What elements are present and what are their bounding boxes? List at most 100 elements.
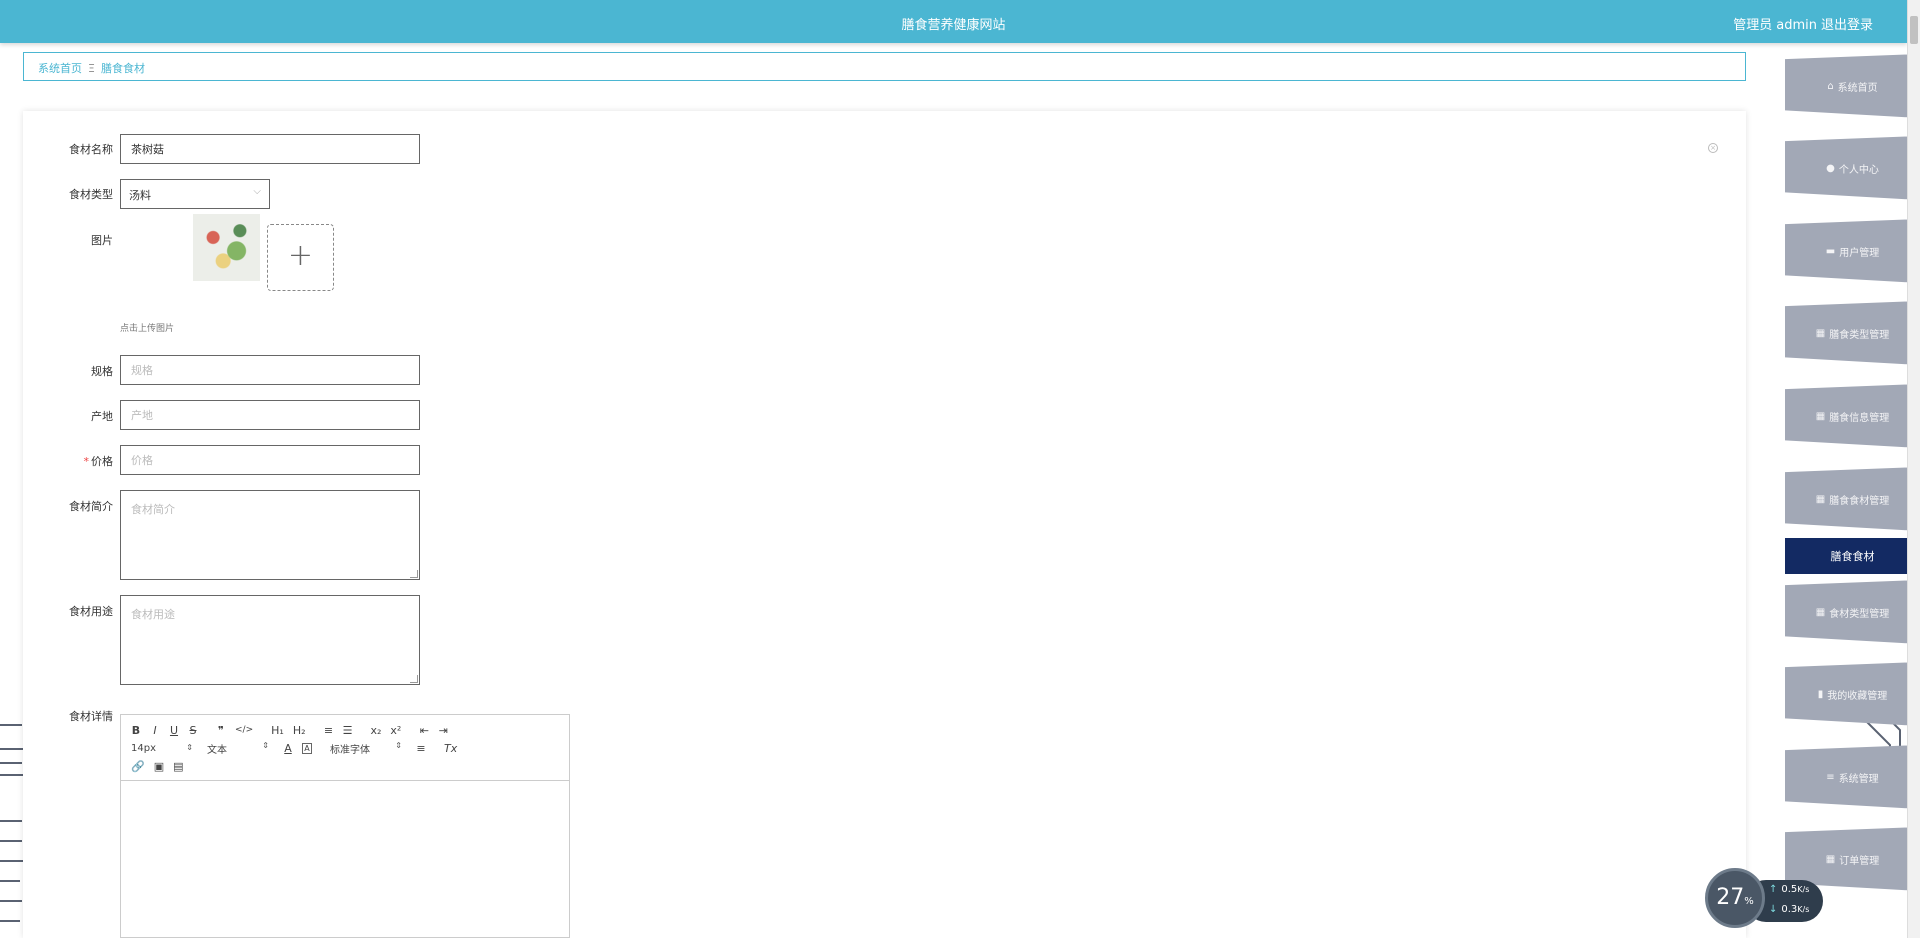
video-icon[interactable]: ▤ xyxy=(173,760,183,773)
upload-hint: 点击上传图片 xyxy=(120,324,175,334)
plus-icon: + xyxy=(287,238,314,273)
type-select[interactable]: 汤料 ⌵ xyxy=(120,179,270,209)
image-label: 图片 xyxy=(91,234,113,247)
font-color-button[interactable]: A xyxy=(283,742,293,755)
cpu-usage-unit: % xyxy=(1744,896,1754,907)
bullet-list-button[interactable]: ☰ xyxy=(343,724,353,737)
type-select-value: 汤料 xyxy=(129,189,151,202)
close-icon[interactable]: × xyxy=(1708,143,1718,153)
sidebar-item-system[interactable]: ≡ 系统管理 xyxy=(1785,745,1920,809)
resize-grip-icon[interactable] xyxy=(410,675,418,683)
code-block-button[interactable]: </> xyxy=(235,725,253,735)
superscript-button[interactable]: x² xyxy=(390,724,401,737)
blockquote-button[interactable]: ❞ xyxy=(216,724,226,737)
clear-format-button[interactable]: Tx xyxy=(444,742,457,755)
logout-link[interactable]: 退出登录 xyxy=(1821,18,1873,33)
breadcrumb-separator: Ξ xyxy=(88,62,95,75)
sidebar-item-label: 用户管理 xyxy=(1839,247,1880,259)
upload-plus-button[interactable]: + xyxy=(267,224,334,291)
editor-content-area[interactable] xyxy=(121,781,569,937)
scrollbar-thumb[interactable] xyxy=(1910,16,1918,44)
indent-button[interactable]: ⇥ xyxy=(438,724,448,737)
sidebar-item-meal-types[interactable]: ▦ 膳食类型管理 xyxy=(1785,301,1920,365)
link-icon[interactable]: 🔗 xyxy=(131,760,145,773)
picker-arrow-icon: ⇕ xyxy=(395,740,402,750)
font-size-value: 14px xyxy=(131,742,156,754)
sidebar-item-favorites[interactable]: ▮ 我的收藏管理 xyxy=(1785,662,1920,726)
download-speed: ↓ 0.3K/s xyxy=(1769,904,1809,915)
page-scrollbar[interactable] xyxy=(1907,0,1920,938)
cpu-usage-circle: 27% xyxy=(1705,868,1765,928)
name-input[interactable] xyxy=(120,134,420,164)
underline-button[interactable]: U xyxy=(169,724,179,737)
strike-button[interactable]: S xyxy=(188,724,198,737)
price-input[interactable] xyxy=(120,445,420,475)
toolbar-row-3: 🔗 ▣ ▤ xyxy=(131,757,559,775)
price-label: * 价格 xyxy=(23,453,114,469)
required-mark: * xyxy=(83,455,90,468)
price-label-text: 价格 xyxy=(91,455,113,468)
toolbar-row-1: B I U S ❞ </> H₁ H₂ ≡ ☰ x₂ x² ⇤ ⇥ xyxy=(131,721,559,739)
spec-label: 规格 xyxy=(91,365,113,378)
align-button[interactable]: ≡ xyxy=(416,742,426,755)
briefcase-icon: ▬ xyxy=(1825,245,1836,257)
username: admin xyxy=(1776,18,1817,33)
spec-input[interactable] xyxy=(120,355,420,385)
sidebar-item-ingredient-mgmt[interactable]: ▦ 膳食食材管理 xyxy=(1785,467,1920,531)
sidebar-item-label: 个人中心 xyxy=(1838,164,1879,176)
header-picker-value: 文本 xyxy=(207,744,227,756)
type-label: 食材类型 xyxy=(69,188,113,201)
rich-text-editor: B I U S ❞ </> H₁ H₂ ≡ ☰ x₂ x² ⇤ ⇥ 14px ⇕ … xyxy=(120,714,570,938)
download-speed-value: 0.3 xyxy=(1781,904,1798,915)
speed-unit: K/s xyxy=(1797,905,1810,914)
background-color-button[interactable]: A xyxy=(302,742,312,754)
user-role: 管理员 xyxy=(1733,18,1773,33)
breadcrumb-home-link[interactable]: 系统首页 xyxy=(38,62,82,75)
sidebar-item-label: 订单管理 xyxy=(1839,855,1880,867)
bold-button[interactable]: B xyxy=(131,724,141,737)
sidebar: ⌂ 系统首页 ● 个人中心 ▬ 用户管理 ▦ 膳食类型管理 ▦ 膳食信息管理 ▦ 膳食食材管… xyxy=(1785,44,1920,938)
origin-input[interactable] xyxy=(120,400,420,430)
font-family-picker[interactable]: 标准字体 ⇕ xyxy=(330,741,402,756)
outdent-button[interactable]: ⇤ xyxy=(419,724,429,737)
home-icon: ⌂ xyxy=(1827,80,1834,92)
origin-label: 产地 xyxy=(91,410,113,423)
breadcrumb-current[interactable]: 膳食食材 xyxy=(101,62,145,75)
subscript-button[interactable]: x₂ xyxy=(371,724,382,737)
clipboard-icon: ▮ xyxy=(1817,688,1824,700)
grid-icon: ▦ xyxy=(1815,410,1826,422)
font-size-picker[interactable]: 14px ⇕ xyxy=(131,743,193,754)
resize-grip-icon[interactable] xyxy=(410,570,418,578)
sidebar-item-label: 食材类型管理 xyxy=(1829,608,1890,620)
site-title: 膳食营养健康网站 xyxy=(901,18,1006,33)
arrow-down-icon: ↓ xyxy=(1769,904,1778,915)
usage-label: 食材用途 xyxy=(69,605,113,618)
sidebar-item-users[interactable]: ▬ 用户管理 xyxy=(1785,219,1920,283)
italic-button[interactable]: I xyxy=(150,724,160,737)
header-picker[interactable]: 文本 ⇕ xyxy=(207,741,269,756)
sidebar-item-home[interactable]: ⌂ 系统首页 xyxy=(1785,54,1920,118)
sidebar-item-ingredients[interactable]: 膳食食材 xyxy=(1785,538,1920,574)
picker-arrow-icon: ⇕ xyxy=(262,740,269,750)
sidebar-item-label: 我的收藏管理 xyxy=(1827,690,1888,702)
sidebar-item-meal-info[interactable]: ▦ 膳食信息管理 xyxy=(1785,384,1920,448)
network-speed-widget[interactable]: ↑ 0.5K/s ↓ 0.3K/s 27% xyxy=(1705,868,1825,928)
heading2-button[interactable]: H₂ xyxy=(293,724,306,737)
breadcrumb: 系统首页 Ξ 膳食食材 xyxy=(23,52,1746,81)
form-card: × 食材名称 食材类型 汤料 ⌵ 图片 + 点击上传图片 规格 产地 *价格 食… xyxy=(23,111,1746,938)
image-icon[interactable]: ▣ xyxy=(154,760,164,773)
sidebar-item-profile[interactable]: ● 个人中心 xyxy=(1785,136,1920,200)
sidebar-item-label: 膳食食材管理 xyxy=(1829,495,1890,507)
usage-textarea[interactable] xyxy=(120,595,420,685)
upload-speed-value: 0.5 xyxy=(1781,884,1798,895)
speed-unit: K/s xyxy=(1797,885,1810,894)
toolbar-row-2: 14px ⇕ 文本 ⇕ A A 标准字体 ⇕ ≡ Tx xyxy=(131,739,559,757)
heading1-button[interactable]: H₁ xyxy=(271,724,284,737)
ordered-list-button[interactable]: ≡ xyxy=(324,724,334,737)
sidebar-item-label: 系统首页 xyxy=(1837,82,1878,94)
sidebar-item-label: 膳食类型管理 xyxy=(1829,329,1890,341)
sidebar-item-label: 膳食食材 xyxy=(1830,550,1875,563)
sidebar-item-ingredient-types[interactable]: ▦ 食材类型管理 xyxy=(1785,580,1920,644)
intro-textarea[interactable] xyxy=(120,490,420,580)
uploaded-image-thumbnail[interactable] xyxy=(193,214,260,281)
